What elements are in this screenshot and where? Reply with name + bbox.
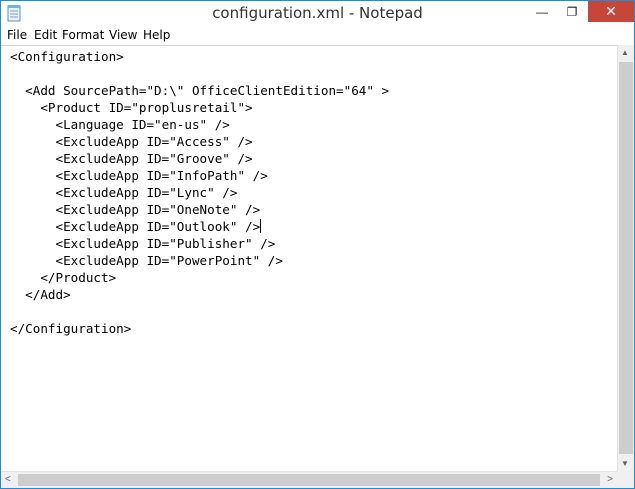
editor-line: <Add SourcePath="D:\" OfficeClientEditio… <box>10 83 390 98</box>
vertical-scroll-thumb[interactable] <box>619 62 633 454</box>
scroll-right-icon[interactable]: > <box>607 474 613 485</box>
horizontal-scrollbar[interactable]: < > <box>1 471 617 488</box>
restore-icon: ❐ <box>566 4 578 19</box>
menu-edit[interactable]: Edit <box>34 28 57 42</box>
scroll-left-icon[interactable]: < <box>5 474 11 485</box>
text-caret <box>260 219 262 233</box>
editor-line: <ExcludeApp ID="Publisher" /> <box>10 236 276 251</box>
editor-line: </Product> <box>10 270 117 285</box>
text-editor[interactable]: <Configuration> <Add SourcePath="D:\" Of… <box>1 45 617 472</box>
scrollbar-corner <box>617 471 634 488</box>
menu-view[interactable]: View <box>109 28 137 42</box>
notepad-window: configuration.xml - Notepad — ❐ ✕ File E… <box>0 0 635 489</box>
menu-bar: File Edit Format View Help <box>1 26 634 45</box>
menu-help[interactable]: Help <box>143 28 170 42</box>
horizontal-scroll-thumb[interactable] <box>18 474 600 486</box>
editor-line: <ExcludeApp ID="Outlook" /> <box>10 219 262 234</box>
menu-format[interactable]: Format <box>62 28 104 42</box>
maximize-button[interactable]: ❐ <box>557 1 587 22</box>
editor-line: <ExcludeApp ID="PowerPoint" /> <box>10 253 283 268</box>
title-bar[interactable]: configuration.xml - Notepad — ❐ ✕ <box>1 1 634 26</box>
editor-line: <Language ID="en-us" /> <box>10 117 230 132</box>
editor-line: <ExcludeApp ID="InfoPath" /> <box>10 168 268 183</box>
close-icon: ✕ <box>605 3 617 19</box>
editor-line: </Add> <box>10 287 71 302</box>
close-button[interactable]: ✕ <box>588 1 634 22</box>
editor-line: <Product ID="proplusretail"> <box>10 100 253 115</box>
editor-line: <ExcludeApp ID="Lync" /> <box>10 185 238 200</box>
scroll-up-icon[interactable]: ▲ <box>621 48 629 57</box>
editor-line: </Configuration> <box>10 321 132 336</box>
editor-line: <ExcludeApp ID="OneNote" /> <box>10 202 261 217</box>
editor-line: <ExcludeApp ID="Access" /> <box>10 134 253 149</box>
minimize-icon: — <box>536 4 548 19</box>
minimize-button[interactable]: — <box>529 1 555 22</box>
editor-line: <Configuration> <box>10 49 124 64</box>
menu-file[interactable]: File <box>7 28 27 42</box>
editor-line: <ExcludeApp ID="Groove" /> <box>10 151 253 166</box>
vertical-scrollbar[interactable]: ▲ ▼ <box>617 45 634 471</box>
scroll-down-icon[interactable]: ▼ <box>621 459 629 468</box>
